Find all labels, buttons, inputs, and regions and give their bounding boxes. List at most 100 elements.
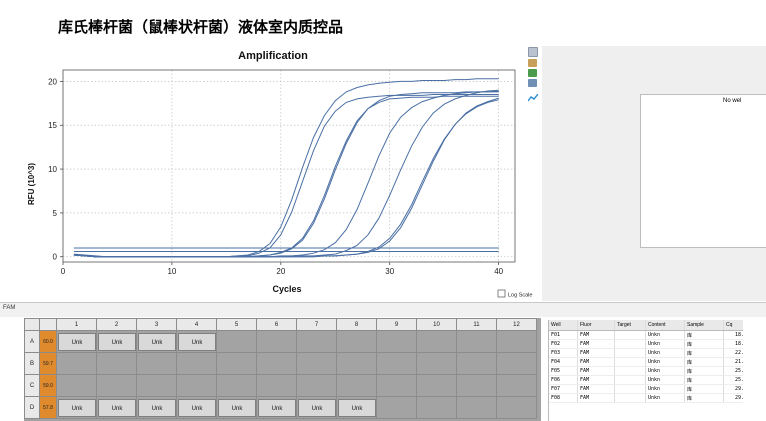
plate-well[interactable]: [376, 374, 417, 397]
results-row[interactable]: F04FAM Unkn库21.87: [549, 357, 743, 367]
plate-well[interactable]: Unk: [136, 330, 177, 353]
export-icon[interactable]: [528, 69, 537, 77]
plate-well[interactable]: [336, 330, 377, 353]
fluorophore-tab[interactable]: FAM: [0, 303, 766, 317]
plate-column-header[interactable]: 6: [256, 318, 297, 331]
plate-well[interactable]: Unk: [336, 396, 377, 419]
plate-row-header[interactable]: C: [24, 374, 40, 397]
plate-well[interactable]: [176, 352, 217, 375]
plate-well[interactable]: Unk: [176, 330, 217, 353]
y-tick-label: 5: [53, 209, 58, 218]
plate-well[interactable]: [96, 352, 137, 375]
plate-well[interactable]: [96, 374, 137, 397]
fluorophore-tab-label: FAM: [3, 305, 16, 311]
plate-well[interactable]: [456, 374, 497, 397]
plate-well[interactable]: Unk: [296, 396, 337, 419]
results-row[interactable]: F01FAM Unkn库18.23: [549, 330, 743, 340]
plate-well[interactable]: [416, 352, 457, 375]
plate-well[interactable]: [336, 374, 377, 397]
plate-well[interactable]: [216, 352, 257, 375]
chart-toolbar: [527, 45, 541, 102]
page-title: 库氏棒杆菌（鼠棒状杆菌）液体室内质控品: [58, 18, 344, 36]
plate-well[interactable]: [256, 352, 297, 375]
plate-well[interactable]: [296, 352, 337, 375]
plate-column-header[interactable]: 10: [416, 318, 457, 331]
plate-well[interactable]: Unk: [136, 396, 177, 419]
results-cell: [614, 339, 646, 349]
plate-well[interactable]: [256, 330, 297, 353]
results-row[interactable]: F08FAM Unkn库29.34: [549, 393, 743, 403]
plate-well[interactable]: [376, 330, 417, 353]
plate-well[interactable]: Unk: [216, 396, 257, 419]
plate-column-header[interactable]: 4: [176, 318, 217, 331]
results-column-header[interactable]: Content: [645, 320, 685, 331]
results-column-header[interactable]: Sample: [684, 320, 724, 331]
plate-row-header[interactable]: A: [24, 330, 40, 353]
plate-row-header[interactable]: B: [24, 352, 40, 375]
y-axis-label: RFU (10^3): [27, 163, 36, 205]
results-row[interactable]: F02FAM Unkn库18.11: [549, 339, 743, 349]
plate-column-header[interactable]: 2: [96, 318, 137, 331]
results-column-header[interactable]: Well: [549, 320, 578, 331]
plate-well[interactable]: [416, 330, 457, 353]
plate-well[interactable]: [456, 330, 497, 353]
plate-column-header[interactable]: 12: [496, 318, 537, 331]
plate-column-header[interactable]: 9: [376, 318, 417, 331]
results-row[interactable]: F05FAM Unkn库25.50: [549, 366, 743, 376]
plate-column-header[interactable]: 1: [56, 318, 97, 331]
results-cell: Unkn: [645, 375, 685, 385]
plate-well[interactable]: [376, 352, 417, 375]
plate-well[interactable]: [456, 396, 497, 419]
plate-well[interactable]: [296, 374, 337, 397]
results-column-header[interactable]: Target: [614, 320, 646, 331]
results-row[interactable]: F06FAM Unkn库25.56: [549, 375, 743, 385]
plate-well[interactable]: Unk: [176, 396, 217, 419]
plate-well[interactable]: [336, 352, 377, 375]
results-column-header[interactable]: Cq: [723, 320, 743, 331]
print-icon[interactable]: [528, 59, 537, 67]
plate-well[interactable]: [176, 374, 217, 397]
plate-well[interactable]: [56, 352, 97, 375]
plate-row-header[interactable]: D: [24, 396, 40, 419]
plate-column-header[interactable]: 8: [336, 318, 377, 331]
plate-well[interactable]: [416, 396, 457, 419]
plate-well[interactable]: Unk: [56, 330, 97, 353]
plate-row: B 59.7: [24, 352, 537, 375]
plate-well[interactable]: Unk: [96, 396, 137, 419]
results-row[interactable]: F07FAM Unkn库29.24: [549, 384, 743, 394]
plate-well[interactable]: [416, 374, 457, 397]
plate-column-header[interactable]: 3: [136, 318, 177, 331]
results-cell: F05: [549, 366, 578, 376]
results-cell: F04: [549, 357, 578, 367]
row-temperature: 57.8: [39, 396, 57, 419]
plate-well[interactable]: [256, 374, 297, 397]
save-icon[interactable]: [528, 47, 538, 57]
plate-well[interactable]: [496, 352, 537, 375]
plate-well[interactable]: [496, 396, 537, 419]
plate-well[interactable]: [496, 330, 537, 353]
copy-icon[interactable]: [528, 79, 537, 87]
plate-well[interactable]: Unk: [256, 396, 297, 419]
plate-well[interactable]: [56, 374, 97, 397]
results-row[interactable]: F03FAM Unkn库22.09: [549, 348, 743, 358]
plate-column-header[interactable]: 5: [216, 318, 257, 331]
plate-well[interactable]: Unk: [56, 396, 97, 419]
plate-well[interactable]: [136, 352, 177, 375]
plate-well[interactable]: [216, 330, 257, 353]
plate-row: A 60.0 Unk Unk Unk Unk: [24, 330, 537, 353]
plate-well[interactable]: [496, 374, 537, 397]
well-content-label: Unk: [258, 398, 296, 417]
plate-well[interactable]: [296, 330, 337, 353]
results-cell: [614, 348, 646, 358]
results-column-header[interactable]: Fluor: [577, 320, 615, 331]
plate-well[interactable]: Unk: [96, 330, 137, 353]
plate-column-header[interactable]: 11: [456, 318, 497, 331]
results-cell: Unkn: [645, 339, 685, 349]
plate-well[interactable]: [456, 352, 497, 375]
plate-well[interactable]: [376, 396, 417, 419]
plate-well[interactable]: [216, 374, 257, 397]
log-scale-checkbox[interactable]: [497, 289, 506, 298]
chart-settings-icon[interactable]: [527, 89, 539, 102]
plate-well[interactable]: [136, 374, 177, 397]
plate-column-header[interactable]: 7: [296, 318, 337, 331]
